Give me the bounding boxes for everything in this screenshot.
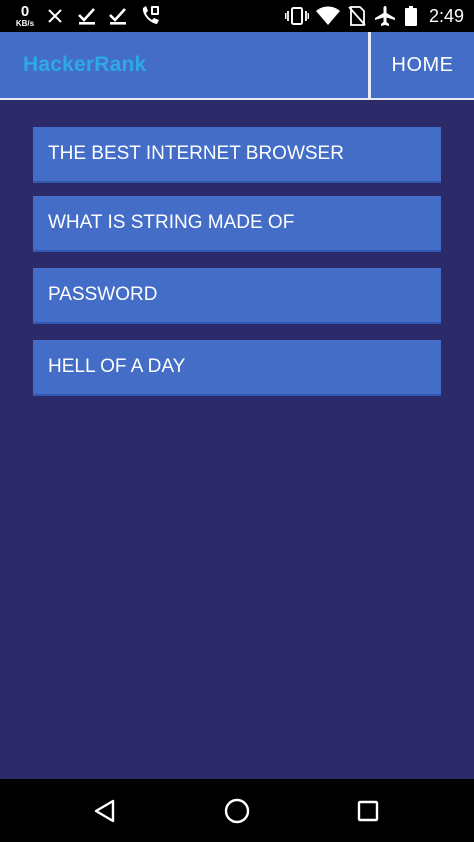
check-download-icon — [76, 0, 98, 32]
menu-item-label: HELL OF A DAY — [48, 356, 186, 377]
no-sim-icon — [346, 0, 368, 32]
vibrate-icon — [284, 0, 310, 32]
menu-item-label: WHAT IS STRING MADE OF — [48, 212, 295, 233]
menu-item-label: THE BEST INTERNET BROWSER — [48, 143, 344, 164]
airplane-icon — [373, 0, 397, 32]
menu-item-hell-of-a-day[interactable]: HELL OF A DAY — [33, 340, 441, 396]
menu-item-best-internet-browser[interactable]: THE BEST INTERNET BROWSER — [33, 127, 441, 183]
menu-item-password[interactable]: PASSWORD — [33, 268, 441, 324]
network-speed-unit: KB/s — [15, 19, 35, 28]
content-area: THE BEST INTERNET BROWSER WHAT IS STRING… — [0, 100, 474, 779]
navigation-bar — [0, 779, 474, 842]
network-speed-value: 0 — [20, 3, 30, 20]
home-button[interactable]: HOME — [371, 32, 474, 98]
network-speed: 0 KB/s — [10, 0, 40, 32]
status-bar: 0 KB/s 2:49 — [0, 0, 474, 32]
home-circle-icon[interactable] — [207, 779, 267, 842]
wifi-icon — [315, 0, 341, 32]
brand-title: HackerRank — [23, 53, 147, 76]
check-download-icon — [107, 0, 129, 32]
menu-item-string-made-of[interactable]: WHAT IS STRING MADE OF — [33, 196, 441, 252]
phone-wifi-icon — [138, 0, 162, 32]
clock: 2:49 — [428, 5, 464, 26]
menu-item-label: PASSWORD — [48, 284, 158, 305]
app-bar: HackerRank HOME — [0, 32, 474, 100]
battery-icon — [402, 0, 420, 32]
back-icon[interactable] — [75, 779, 135, 842]
recents-icon[interactable] — [338, 779, 398, 842]
close-icon — [44, 0, 66, 32]
